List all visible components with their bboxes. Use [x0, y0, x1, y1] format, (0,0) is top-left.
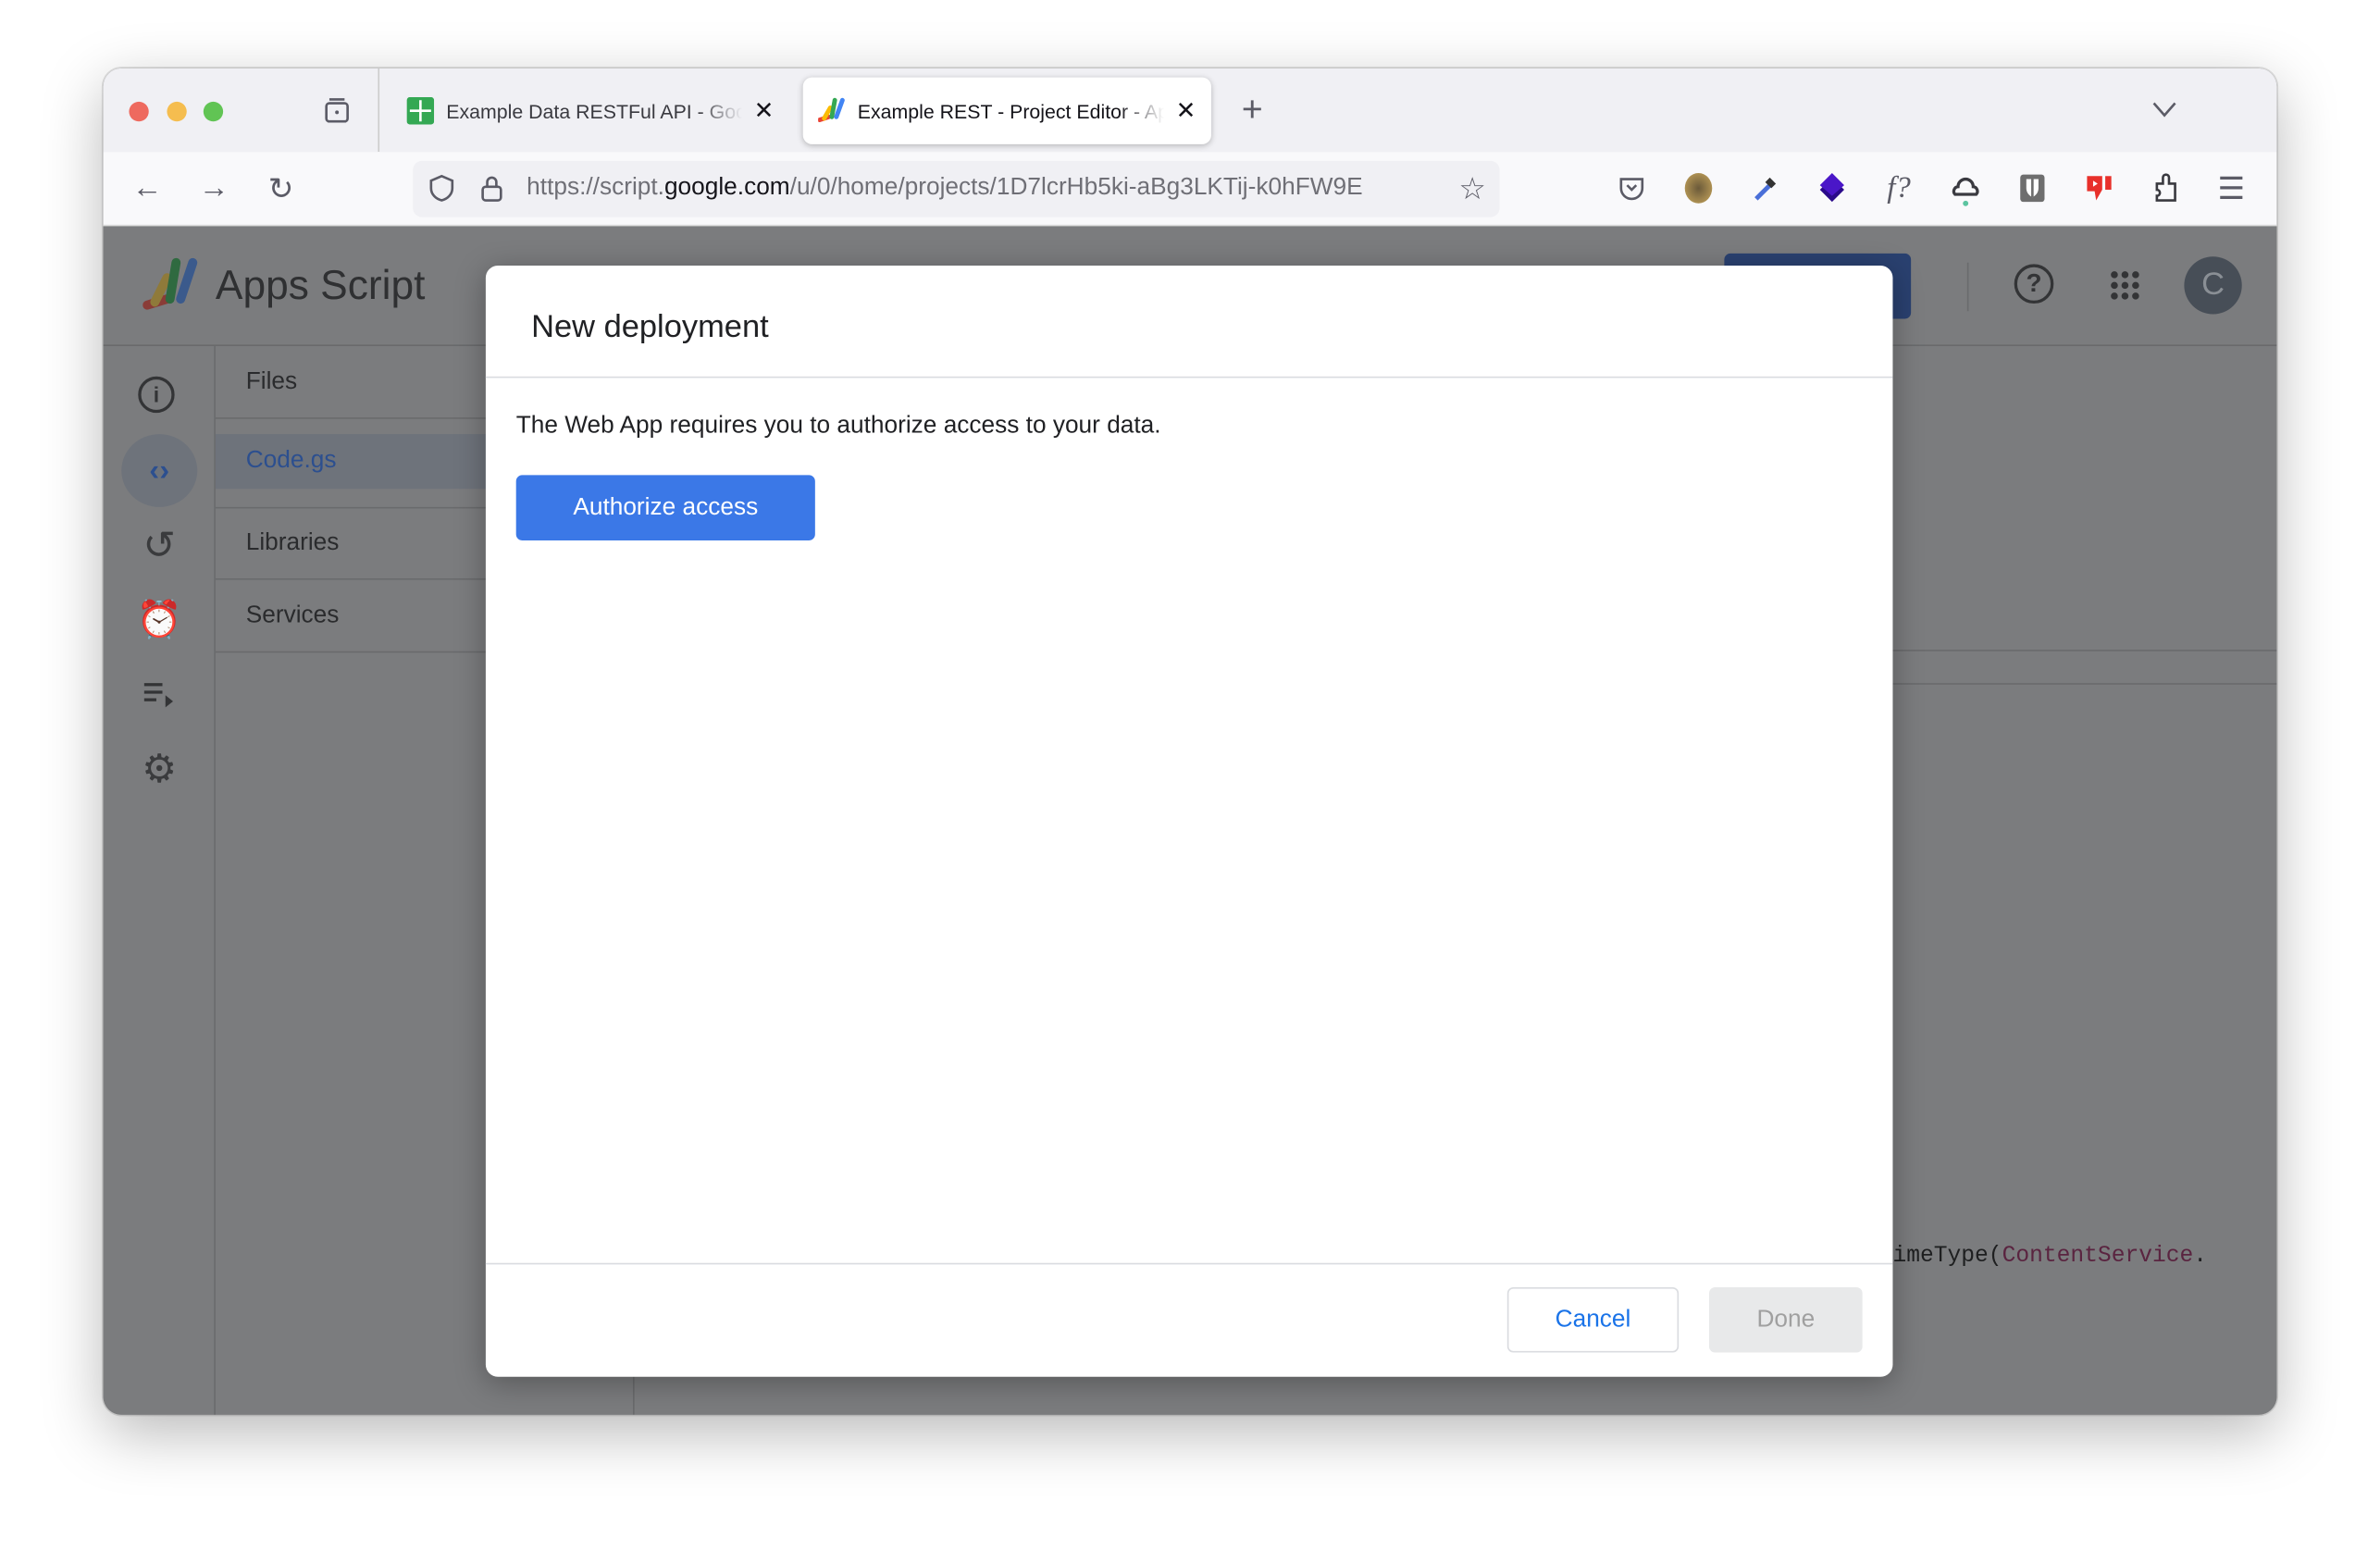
- apps-script-icon: [818, 97, 845, 123]
- url-bar[interactable]: https://script.google.com/u/0/home/proje…: [413, 160, 1500, 217]
- done-button[interactable]: Done: [1708, 1286, 1863, 1353]
- pocket-icon[interactable]: [1610, 167, 1653, 209]
- triggers-alarm-icon[interactable]: ⏰: [137, 598, 182, 640]
- new-deployment-dialog: New deployment The Web App requires you …: [485, 266, 1893, 1377]
- bitwarden-icon[interactable]: [2011, 167, 2053, 209]
- settings-gear-icon[interactable]: ⚙: [138, 745, 180, 790]
- dialog-message: The Web App requires you to authorize ac…: [515, 413, 1161, 440]
- extensions-puzzle-icon[interactable]: [2145, 167, 2188, 209]
- chevron-down-icon[interactable]: [2143, 88, 2186, 130]
- history-icon[interactable]: ↺: [138, 521, 180, 566]
- authorize-access-button[interactable]: Authorize access: [515, 475, 815, 540]
- diamond-extension-icon[interactable]: [1811, 167, 1853, 209]
- forward-icon[interactable]: →: [192, 167, 235, 209]
- tab-sheets[interactable]: Example Data RESTFul API - Google Sheets…: [391, 78, 789, 144]
- avatar-extension-icon[interactable]: [1678, 167, 1720, 209]
- minimize-window-button[interactable]: [167, 101, 187, 122]
- lock-icon[interactable]: [470, 167, 513, 209]
- code-line: imeType(ContentService.: [1892, 1243, 2207, 1269]
- url-path: /u/0/home/projects/1D7lcrHb5ki-aBg3LKTij…: [789, 174, 1363, 201]
- url-domain: google.com: [663, 174, 790, 201]
- overview-info-icon[interactable]: i: [138, 376, 175, 414]
- executions-icon[interactable]: [138, 673, 180, 715]
- editor-code-icon[interactable]: ‹›: [138, 450, 180, 492]
- help-icon[interactable]: ?: [2014, 264, 2054, 304]
- tab-apps-script[interactable]: Example REST - Project Editor - Apps Scr…: [802, 77, 1211, 144]
- avatar[interactable]: C: [2184, 256, 2242, 315]
- new-tab-icon[interactable]: +: [1231, 90, 1273, 132]
- close-tab-icon[interactable]: ✕: [754, 95, 775, 126]
- code-dot: .: [2193, 1243, 2208, 1270]
- zoom-window-button[interactable]: [203, 101, 224, 122]
- close-tab-icon[interactable]: ✕: [1176, 95, 1196, 126]
- dialog-title: New deployment: [531, 309, 769, 345]
- tab-title: Example Data RESTFul API - Google Sheets: [446, 99, 741, 123]
- navigation-toolbar: ← → ↻ https://script.google.com/u/0/home…: [103, 152, 2277, 227]
- left-rail: i ‹› ↺ ⏰ ⚙: [104, 345, 216, 1415]
- url-text[interactable]: https://script.google.com/u/0/home/proje…: [527, 175, 1444, 203]
- menu-icon[interactable]: ☰: [2210, 167, 2252, 209]
- shield-icon[interactable]: [420, 167, 463, 209]
- tab-list-icon[interactable]: [316, 90, 358, 132]
- cancel-button[interactable]: Cancel: [1506, 1286, 1680, 1353]
- tab-bar: Example Data RESTFul API - Google Sheets…: [103, 68, 2277, 153]
- cloud-icon[interactable]: [1944, 167, 1987, 209]
- code-identifier: ContentService: [2002, 1243, 2194, 1270]
- app-name: Apps Script: [215, 262, 426, 308]
- tab-title: Example REST - Project Editor - Apps Scr…: [857, 99, 1164, 123]
- google-sheets-icon: [406, 96, 435, 125]
- font-finder-icon[interactable]: f?: [1878, 167, 1920, 209]
- eyedropper-icon[interactable]: [1744, 167, 1787, 209]
- dislike-icon[interactable]: [2078, 167, 2121, 209]
- apps-script-logo: [143, 257, 198, 310]
- code-text: imeType(: [1892, 1243, 2002, 1270]
- bookmark-star-icon[interactable]: ☆: [1451, 167, 1494, 209]
- close-window-button[interactable]: [129, 101, 149, 122]
- url-prefix: https://script.: [527, 174, 664, 201]
- google-apps-icon[interactable]: [2103, 264, 2146, 306]
- reload-icon[interactable]: ↻: [259, 167, 302, 209]
- back-icon[interactable]: ←: [126, 167, 168, 209]
